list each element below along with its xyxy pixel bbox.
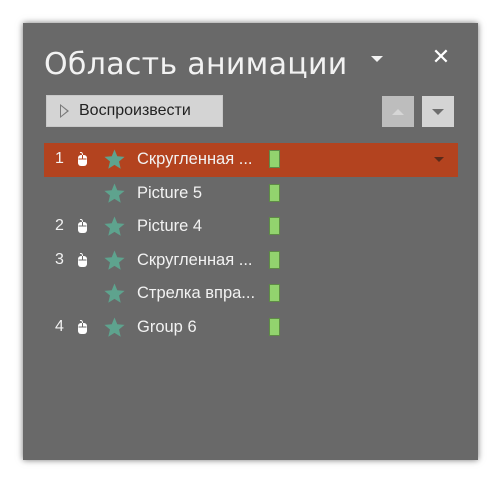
close-icon[interactable]: ✕ [431,47,451,69]
move-up-button[interactable] [382,96,414,127]
animation-order-number: 4 [55,317,64,335]
timeline-bar[interactable] [269,150,280,168]
mouse-icon [78,219,87,233]
animation-list-item[interactable]: 4 Group 6 [44,311,458,345]
animation-label: Стрелка впра... [137,284,256,302]
animation-list-item[interactable]: 3 Скругленная ... [44,244,458,278]
timeline-bar[interactable] [269,217,280,235]
star-icon [104,216,125,236]
row-dropdown-chevron-down-icon[interactable] [434,157,444,162]
animation-list-item[interactable]: Стрелка впра... [44,277,458,311]
animation-list-item[interactable]: 1 Скругленная ... [44,143,458,177]
star-icon [104,316,125,337]
animation-list-item[interactable]: 2 Picture 4 [44,210,458,244]
animation-order-number: 2 [55,217,64,234]
timeline-bar[interactable] [269,317,280,336]
triangle-up-icon [392,108,404,115]
triangle-down-icon [432,108,444,115]
play-icon [60,104,69,118]
play-button-label: Воспроизвести [79,102,191,119]
animation-pane: Область анимации ✕ Воспроизвести 1 Скругл… [23,23,478,460]
animation-label: Picture 4 [137,217,203,235]
timeline-bar[interactable] [269,284,280,302]
animation-order-number: 1 [55,150,64,167]
play-button[interactable]: Воспроизвести [46,95,223,127]
pane-options-chevron-down-icon[interactable] [371,56,383,62]
mouse-icon [78,152,87,166]
mouse-icon [78,319,87,334]
star-icon [104,149,125,169]
animation-list: 1 Скругленная ... Picture 5 2 Picture 4 3 Скру… [44,143,458,344]
animation-label: Group 6 [137,317,197,336]
animation-label: Скругленная ... [137,250,253,269]
timeline-bar[interactable] [269,183,280,202]
star-icon [104,283,125,303]
pane-title: Область анимации [44,47,348,82]
animation-order-number: 3 [55,250,64,268]
star-icon [104,182,125,203]
star-icon [104,249,125,270]
timeline-bar[interactable] [269,250,280,269]
animation-label: Скругленная ... [137,150,253,168]
mouse-icon [78,252,87,267]
animation-label: Picture 5 [137,183,203,202]
move-down-button[interactable] [422,96,454,127]
animation-list-item[interactable]: Picture 5 [44,177,458,211]
